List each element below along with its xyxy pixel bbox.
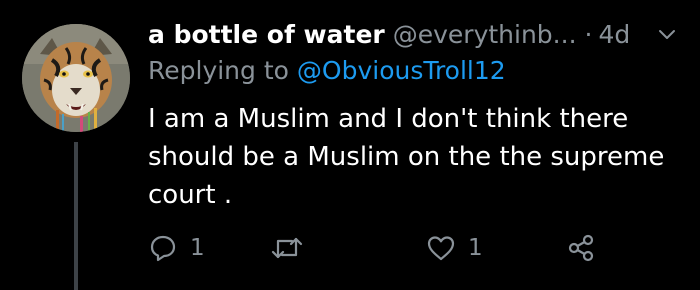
retweet-button[interactable]	[270, 228, 304, 268]
share-button[interactable]	[566, 228, 596, 268]
reply-count: 1	[190, 235, 205, 261]
separator-dot: ·	[584, 19, 593, 49]
replying-to-mention[interactable]: @ObviousTroll12	[297, 56, 506, 85]
like-button[interactable]: 1	[426, 228, 483, 268]
like-count: 1	[468, 235, 483, 261]
avatar[interactable]	[22, 24, 130, 132]
tweet[interactable]: a bottle of water @everythinb... · 4d Re…	[0, 0, 700, 290]
heart-icon	[426, 233, 456, 263]
reply-button[interactable]: 1	[148, 228, 205, 268]
action-bar: 1 1	[148, 228, 668, 268]
replying-to-label: Replying to	[148, 56, 289, 85]
user-handle[interactable]: @everythinb...	[393, 20, 577, 49]
thread-line	[74, 142, 78, 290]
replying-to: Replying to @ObviousTroll12	[148, 56, 506, 85]
share-icon	[566, 233, 596, 263]
tweet-text: I am a Muslim and I don't think there sh…	[148, 104, 665, 210]
chevron-down-icon[interactable]	[656, 23, 678, 45]
retweet-icon	[270, 233, 304, 263]
tiger-avatar-image	[22, 24, 130, 132]
timestamp[interactable]: 4d	[598, 20, 630, 49]
reply-icon	[148, 233, 178, 263]
display-name[interactable]: a bottle of water	[148, 20, 385, 49]
tweet-header: a bottle of water @everythinb... · 4d	[148, 14, 688, 54]
